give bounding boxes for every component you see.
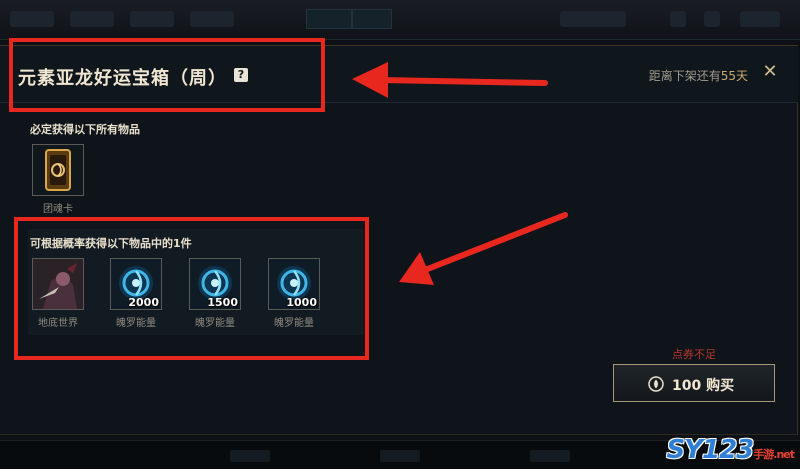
- annotation-arrowhead-title: [352, 62, 388, 98]
- annotation-arrow-items: [422, 212, 568, 273]
- annotation-arrows: [352, 62, 568, 285]
- annotation-arrow-title: [377, 77, 548, 86]
- site-watermark-logo: SY123手游.net: [666, 435, 795, 465]
- watermark-text: SY123: [666, 435, 754, 465]
- watermark-sub: 手游.net: [753, 448, 795, 461]
